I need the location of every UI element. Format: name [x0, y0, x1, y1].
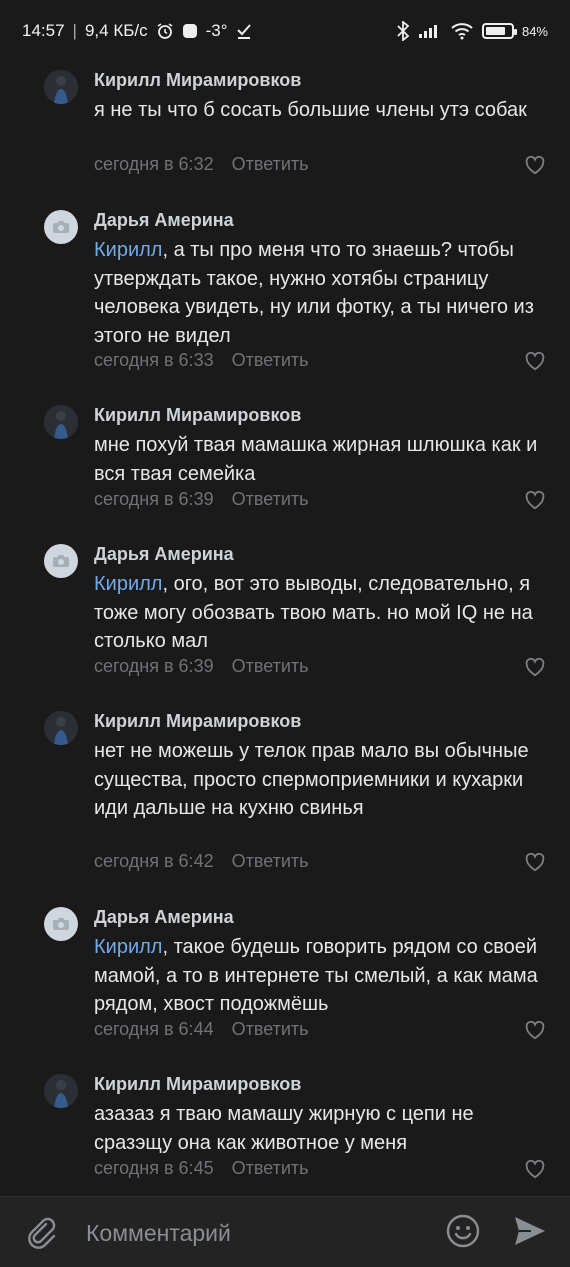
reply-button[interactable]: Ответить [232, 1158, 309, 1179]
reply-button[interactable]: Ответить [232, 851, 309, 872]
comment-meta: сегодня в 6:39 Ответить [94, 656, 309, 677]
avatar[interactable] [44, 70, 78, 104]
comment-author[interactable]: Кирилл Мирамировков [94, 711, 301, 732]
avatar[interactable] [44, 544, 78, 578]
comment-body: азазаз я тваю мамашу жирную с цепи не ср… [94, 1103, 474, 1154]
alarm-icon [156, 22, 174, 40]
wifi-icon [450, 22, 474, 40]
comment-author[interactable]: Кирилл Мирамировков [94, 1074, 301, 1095]
reply-button[interactable]: Ответить [232, 350, 309, 371]
comment-time: сегодня в 6:44 [94, 1019, 214, 1039]
status-temperature: -3° [205, 21, 228, 40]
camera-icon [53, 221, 69, 233]
avatar[interactable] [44, 405, 78, 439]
bluetooth-icon [396, 21, 410, 41]
battery-fill [485, 27, 506, 35]
comment-meta: сегодня в 6:45 Ответить [94, 1158, 309, 1179]
mention-link[interactable]: Кирилл [94, 936, 162, 958]
download-done-icon [236, 23, 252, 39]
comment-composer [0, 1196, 570, 1267]
reply-button[interactable]: Ответить [232, 489, 309, 510]
avatar[interactable] [44, 1074, 78, 1108]
comment-author[interactable]: Дарья Америна [94, 210, 234, 231]
comment-text: я не ты что б сосать большие члены утэ с… [94, 96, 544, 125]
status-right: 84% [396, 21, 548, 41]
battery-percent: 84% [521, 23, 548, 39]
comment-author[interactable]: Дарья Америна [94, 544, 234, 565]
status-bar: 14:57 | 9,4 КБ/с -3° 84% [0, 0, 570, 62]
comment-time: сегодня в 6:33 [94, 350, 214, 370]
comment-author[interactable]: Дарья Америна [94, 907, 234, 928]
comment-text: нет не можешь у телок прав мало вы обычн… [94, 737, 549, 823]
comment-text: Кирилл, такое будешь говорить рядом со с… [94, 933, 544, 1019]
comment-text: азазаз я тваю мамашу жирную с цепи не ср… [94, 1100, 524, 1157]
heart-icon[interactable] [524, 1159, 546, 1179]
send-icon[interactable] [510, 1212, 548, 1250]
smiley-icon[interactable] [445, 1213, 481, 1249]
status-divider: | [72, 21, 77, 40]
heart-icon[interactable] [524, 155, 546, 175]
reply-button[interactable]: Ответить [232, 656, 309, 677]
comment-input[interactable] [84, 1213, 418, 1253]
reply-button[interactable]: Ответить [232, 1019, 309, 1040]
comment-time: сегодня в 6:39 [94, 656, 214, 676]
avatar[interactable] [44, 210, 78, 244]
comment-author[interactable]: Кирилл Мирамировков [94, 405, 301, 426]
comment-meta: сегодня в 6:44 Ответить [94, 1019, 309, 1040]
heart-icon[interactable] [524, 852, 546, 872]
heart-icon[interactable] [524, 351, 546, 371]
comment-time: сегодня в 6:32 [94, 154, 214, 174]
comment-meta: сегодня в 6:32 Ответить [94, 154, 309, 175]
mention-link[interactable]: Кирилл [94, 239, 162, 261]
comment-text: Кирилл, а ты про меня что то знаешь? что… [94, 236, 544, 350]
comment-text: Кирилл, ого, вот это выводы, следователь… [94, 570, 544, 656]
signal-icon [418, 23, 442, 39]
camera-icon [53, 555, 69, 567]
heart-icon[interactable] [524, 490, 546, 510]
avatar[interactable] [44, 711, 78, 745]
comment-body: я не ты что б сосать большие члены утэ с… [94, 99, 527, 121]
comment-author[interactable]: Кирилл Мирамировков [94, 70, 301, 91]
paperclip-icon[interactable] [24, 1215, 58, 1249]
comment-meta: сегодня в 6:42 Ответить [94, 851, 309, 872]
avatar[interactable] [44, 907, 78, 941]
comments-list[interactable]: Кирилл Мирамировков я не ты что б сосать… [0, 62, 570, 1196]
battery-icon [481, 23, 517, 39]
reply-button[interactable]: Ответить [232, 154, 309, 175]
comment-meta: сегодня в 6:39 Ответить [94, 489, 309, 510]
comment-time: сегодня в 6:39 [94, 489, 214, 509]
comment-body: мне похуй твая мамашка жирная шлюшка как… [94, 434, 538, 485]
comment-meta: сегодня в 6:33 Ответить [94, 350, 309, 371]
comment-time: сегодня в 6:45 [94, 1158, 214, 1178]
status-left: 14:57 | 9,4 КБ/с -3° [22, 21, 252, 41]
notification-icon [182, 23, 198, 39]
status-speed: 9,4 КБ/с [84, 21, 148, 40]
heart-icon[interactable] [524, 657, 546, 677]
status-time: 14:57 [22, 21, 65, 40]
comment-text: мне похуй твая мамашка жирная шлюшка как… [94, 431, 544, 488]
heart-icon[interactable] [524, 1020, 546, 1040]
comment-body: нет не можешь у телок прав мало вы обычн… [94, 740, 529, 819]
mention-link[interactable]: Кирилл [94, 573, 162, 595]
camera-icon [53, 918, 69, 930]
comment-time: сегодня в 6:42 [94, 851, 214, 871]
